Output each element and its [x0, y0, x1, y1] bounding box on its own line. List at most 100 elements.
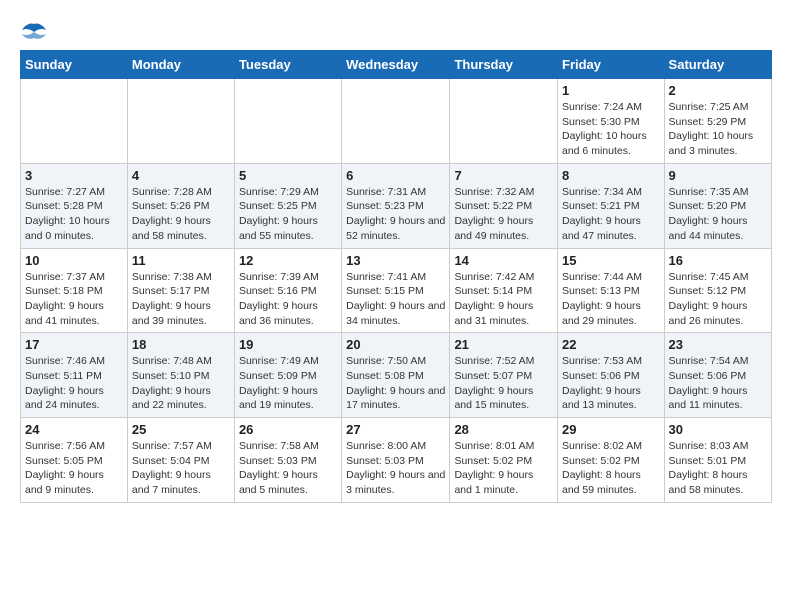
calendar-cell: 29 Sunrise: 8:02 AM Sunset: 5:02 PM Dayli… — [558, 418, 665, 503]
calendar-table: SundayMondayTuesdayWednesdayThursdayFrid… — [20, 50, 772, 503]
day-info: Sunrise: 8:03 AM Sunset: 5:01 PM Dayligh… — [669, 439, 767, 498]
day-info: Sunrise: 7:50 AM Sunset: 5:08 PM Dayligh… — [346, 354, 445, 413]
calendar-cell: 4 Sunrise: 7:28 AM Sunset: 5:26 PM Daylig… — [127, 163, 234, 248]
day-number: 20 — [346, 337, 445, 352]
day-info: Sunrise: 7:25 AM Sunset: 5:29 PM Dayligh… — [669, 100, 767, 159]
calendar-header: SundayMondayTuesdayWednesdayThursdayFrid… — [21, 51, 772, 79]
calendar-cell: 1 Sunrise: 7:24 AM Sunset: 5:30 PM Daylig… — [558, 79, 665, 164]
day-info: Sunrise: 7:54 AM Sunset: 5:06 PM Dayligh… — [669, 354, 767, 413]
day-number: 7 — [454, 168, 553, 183]
calendar-cell: 12 Sunrise: 7:39 AM Sunset: 5:16 PM Dayli… — [234, 248, 341, 333]
calendar-week-2: 3 Sunrise: 7:27 AM Sunset: 5:28 PM Daylig… — [21, 163, 772, 248]
day-info: Sunrise: 7:48 AM Sunset: 5:10 PM Dayligh… — [132, 354, 230, 413]
header — [20, 20, 772, 42]
day-number: 8 — [562, 168, 660, 183]
calendar-cell: 18 Sunrise: 7:48 AM Sunset: 5:10 PM Dayli… — [127, 333, 234, 418]
day-number: 29 — [562, 422, 660, 437]
weekday-header-row: SundayMondayTuesdayWednesdayThursdayFrid… — [21, 51, 772, 79]
day-info: Sunrise: 7:27 AM Sunset: 5:28 PM Dayligh… — [25, 185, 123, 244]
day-info: Sunrise: 8:00 AM Sunset: 5:03 PM Dayligh… — [346, 439, 445, 498]
day-info: Sunrise: 7:42 AM Sunset: 5:14 PM Dayligh… — [454, 270, 553, 329]
page: SundayMondayTuesdayWednesdayThursdayFrid… — [0, 0, 792, 513]
calendar-cell: 22Sunrise: 7:53 AM Sunset: 5:06 PM Dayli… — [558, 333, 665, 418]
calendar-week-5: 24Sunrise: 7:56 AM Sunset: 5:05 PM Dayli… — [21, 418, 772, 503]
day-number: 28 — [454, 422, 553, 437]
day-info: Sunrise: 7:31 AM Sunset: 5:23 PM Dayligh… — [346, 185, 445, 244]
calendar-cell: 19 Sunrise: 7:49 AM Sunset: 5:09 PM Dayli… — [234, 333, 341, 418]
calendar-cell: 30 Sunrise: 8:03 AM Sunset: 5:01 PM Dayli… — [664, 418, 771, 503]
calendar-cell: 11Sunrise: 7:38 AM Sunset: 5:17 PM Dayli… — [127, 248, 234, 333]
day-number: 13 — [346, 253, 445, 268]
day-number: 3 — [25, 168, 123, 183]
day-number: 19 — [239, 337, 337, 352]
day-number: 17 — [25, 337, 123, 352]
calendar-week-4: 17 Sunrise: 7:46 AM Sunset: 5:11 PM Dayli… — [21, 333, 772, 418]
calendar-cell: 10 Sunrise: 7:37 AM Sunset: 5:18 PM Dayli… — [21, 248, 128, 333]
calendar-cell — [127, 79, 234, 164]
day-number: 23 — [669, 337, 767, 352]
day-number: 27 — [346, 422, 445, 437]
day-info: Sunrise: 7:52 AM Sunset: 5:07 PM Dayligh… — [454, 354, 553, 413]
day-number: 11 — [132, 253, 230, 268]
day-info: Sunrise: 7:45 AM Sunset: 5:12 PM Dayligh… — [669, 270, 767, 329]
day-info: Sunrise: 7:29 AM Sunset: 5:25 PM Dayligh… — [239, 185, 337, 244]
day-number: 10 — [25, 253, 123, 268]
logo — [20, 20, 52, 42]
weekday-header-wednesday: Wednesday — [342, 51, 450, 79]
weekday-header-monday: Monday — [127, 51, 234, 79]
day-number: 14 — [454, 253, 553, 268]
day-number: 2 — [669, 83, 767, 98]
calendar-week-1: 1 Sunrise: 7:24 AM Sunset: 5:30 PM Daylig… — [21, 79, 772, 164]
day-info: Sunrise: 7:58 AM Sunset: 5:03 PM Dayligh… — [239, 439, 337, 498]
calendar-cell — [342, 79, 450, 164]
day-number: 6 — [346, 168, 445, 183]
day-number: 5 — [239, 168, 337, 183]
day-info: Sunrise: 7:24 AM Sunset: 5:30 PM Dayligh… — [562, 100, 660, 159]
day-number: 15 — [562, 253, 660, 268]
calendar-cell — [450, 79, 558, 164]
day-number: 25 — [132, 422, 230, 437]
day-info: Sunrise: 7:37 AM Sunset: 5:18 PM Dayligh… — [25, 270, 123, 329]
day-info: Sunrise: 7:28 AM Sunset: 5:26 PM Dayligh… — [132, 185, 230, 244]
day-info: Sunrise: 7:44 AM Sunset: 5:13 PM Dayligh… — [562, 270, 660, 329]
calendar-body: 1 Sunrise: 7:24 AM Sunset: 5:30 PM Daylig… — [21, 79, 772, 503]
logo-bird-icon — [20, 20, 48, 42]
calendar-cell: 14 Sunrise: 7:42 AM Sunset: 5:14 PM Dayli… — [450, 248, 558, 333]
day-info: Sunrise: 7:46 AM Sunset: 5:11 PM Dayligh… — [25, 354, 123, 413]
calendar-cell: 20 Sunrise: 7:50 AM Sunset: 5:08 PM Dayli… — [342, 333, 450, 418]
day-number: 18 — [132, 337, 230, 352]
day-info: Sunrise: 8:02 AM Sunset: 5:02 PM Dayligh… — [562, 439, 660, 498]
day-number: 30 — [669, 422, 767, 437]
day-number: 9 — [669, 168, 767, 183]
calendar-cell — [234, 79, 341, 164]
day-number: 1 — [562, 83, 660, 98]
day-info: Sunrise: 7:49 AM Sunset: 5:09 PM Dayligh… — [239, 354, 337, 413]
day-number: 12 — [239, 253, 337, 268]
weekday-header-saturday: Saturday — [664, 51, 771, 79]
calendar-cell — [21, 79, 128, 164]
day-info: Sunrise: 7:57 AM Sunset: 5:04 PM Dayligh… — [132, 439, 230, 498]
calendar-cell: 5 Sunrise: 7:29 AM Sunset: 5:25 PM Daylig… — [234, 163, 341, 248]
calendar-cell: 26Sunrise: 7:58 AM Sunset: 5:03 PM Dayli… — [234, 418, 341, 503]
weekday-header-tuesday: Tuesday — [234, 51, 341, 79]
calendar-cell: 17 Sunrise: 7:46 AM Sunset: 5:11 PM Dayli… — [21, 333, 128, 418]
calendar-cell: 7Sunrise: 7:32 AM Sunset: 5:22 PM Daylig… — [450, 163, 558, 248]
calendar-cell: 9 Sunrise: 7:35 AM Sunset: 5:20 PM Daylig… — [664, 163, 771, 248]
day-info: Sunrise: 7:35 AM Sunset: 5:20 PM Dayligh… — [669, 185, 767, 244]
day-number: 22 — [562, 337, 660, 352]
day-number: 24 — [25, 422, 123, 437]
day-number: 16 — [669, 253, 767, 268]
weekday-header-sunday: Sunday — [21, 51, 128, 79]
calendar-cell: 23 Sunrise: 7:54 AM Sunset: 5:06 PM Dayli… — [664, 333, 771, 418]
calendar-cell: 16 Sunrise: 7:45 AM Sunset: 5:12 PM Dayli… — [664, 248, 771, 333]
calendar-cell: 24Sunrise: 7:56 AM Sunset: 5:05 PM Dayli… — [21, 418, 128, 503]
calendar-cell: 28 Sunrise: 8:01 AM Sunset: 5:02 PM Dayli… — [450, 418, 558, 503]
calendar-cell: 3 Sunrise: 7:27 AM Sunset: 5:28 PM Daylig… — [21, 163, 128, 248]
calendar-cell: 27 Sunrise: 8:00 AM Sunset: 5:03 PM Dayli… — [342, 418, 450, 503]
day-number: 4 — [132, 168, 230, 183]
day-number: 21 — [454, 337, 553, 352]
weekday-header-friday: Friday — [558, 51, 665, 79]
day-info: Sunrise: 7:39 AM Sunset: 5:16 PM Dayligh… — [239, 270, 337, 329]
day-info: Sunrise: 8:01 AM Sunset: 5:02 PM Dayligh… — [454, 439, 553, 498]
calendar-cell: 6 Sunrise: 7:31 AM Sunset: 5:23 PM Daylig… — [342, 163, 450, 248]
